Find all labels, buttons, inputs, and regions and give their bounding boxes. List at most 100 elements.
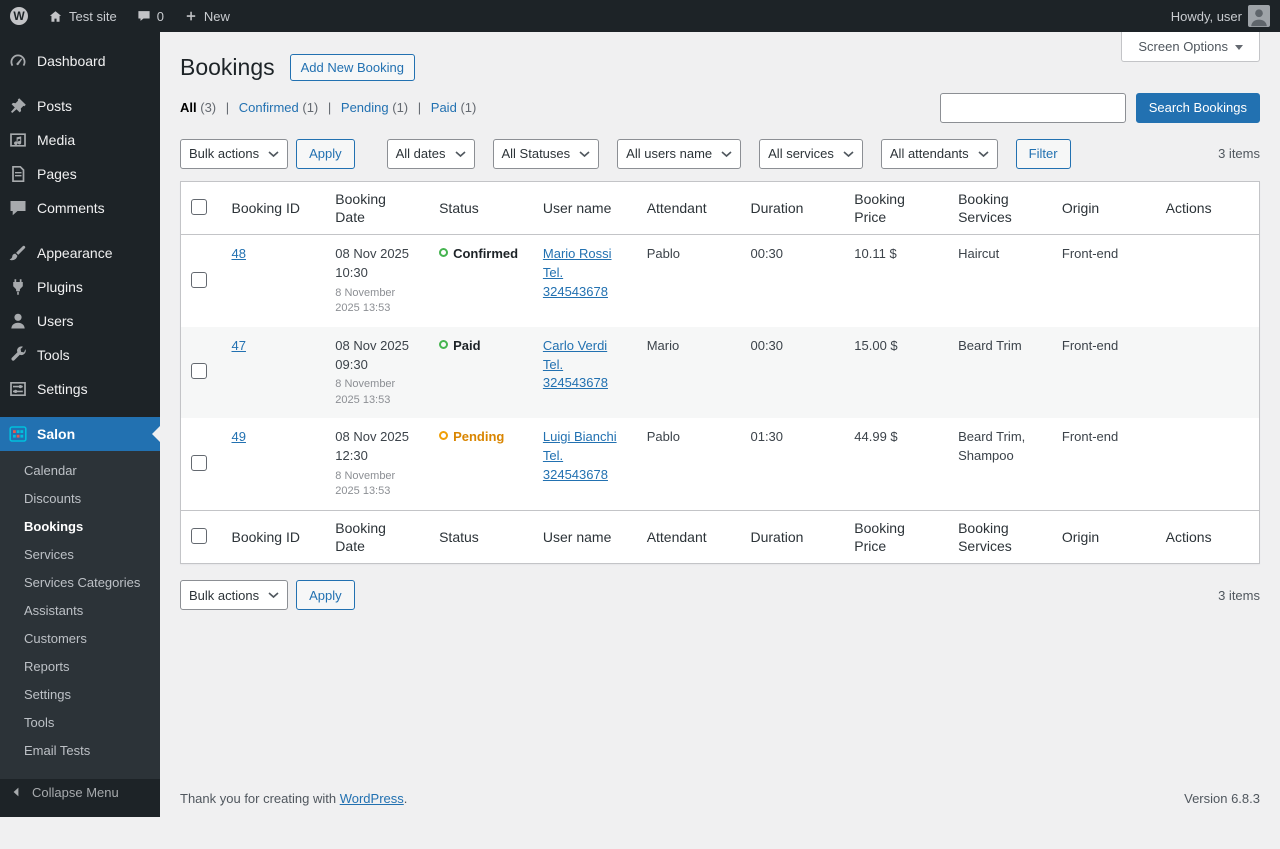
booking-id-link[interactable]: 49 [232, 429, 246, 444]
add-new-booking-button[interactable]: Add New Booking [289, 54, 415, 82]
apply-button-bottom[interactable]: Apply [296, 580, 355, 611]
submenu-item-settings[interactable]: Settings [0, 681, 160, 709]
sidebar-item-label: Users [37, 313, 74, 329]
screen-options-toggle[interactable]: Screen Options [1121, 32, 1260, 62]
footer-thanks-text: Thank you for creating with [180, 791, 337, 806]
sidebar-item-comments[interactable]: Comments [0, 191, 160, 225]
row-checkbox[interactable] [191, 271, 207, 288]
status-label: Confirmed [453, 246, 519, 262]
all-statuses-select[interactable]: All Statuses [492, 138, 600, 169]
submenu-item-bookings[interactable]: Bookings [0, 513, 160, 541]
user-name-link[interactable]: Carlo Verdi Tel. 324543678 [543, 338, 608, 391]
view-confirmed-count: (1) [302, 100, 319, 116]
submenu-item-discounts[interactable]: Discounts [0, 485, 160, 513]
screen-options-label: Screen Options [1138, 39, 1228, 54]
my-account-menu[interactable]: Howdy, user [1161, 0, 1280, 32]
wrench-icon [11, 346, 26, 361]
collapse-menu-button[interactable]: Collapse Menu [0, 775, 160, 809]
table-row: 48 08 Nov 2025 10:30 8 November 2025 13:… [181, 235, 1260, 327]
row-checkbox[interactable] [191, 454, 207, 471]
all-attendants-select[interactable]: All attendants [880, 138, 998, 169]
table-footer-row: Booking ID Booking Date Status User name… [180, 509, 1260, 564]
sidebar-item-label: Comments [37, 200, 105, 216]
row-checkbox[interactable] [191, 363, 207, 380]
view-pending-link[interactable]: Pending [341, 100, 389, 115]
view-paid-link[interactable]: Paid [431, 100, 457, 115]
collapse-menu-label: Collapse Menu [32, 784, 119, 800]
admin-bar: W Test site 0 New Howdy, user [0, 0, 1280, 32]
table-row: 49 08 Nov 2025 12:30 8 November 2025 13:… [181, 418, 1260, 510]
menu-separator [0, 406, 160, 417]
view-separator: | [225, 100, 230, 116]
sidebar-item-posts[interactable]: Posts [0, 89, 160, 123]
new-content-menu[interactable]: New [174, 0, 240, 32]
sidebar-item-settings[interactable]: Settings [0, 372, 160, 406]
comment-bubble-icon [138, 11, 150, 21]
bulk-actions-select-bottom[interactable]: Bulk actions [180, 580, 289, 611]
user-name-link[interactable]: Luigi Bianchi Tel. 324543678 [543, 429, 617, 482]
filter-button[interactable]: Filter [1015, 138, 1071, 169]
select-all-checkbox[interactable] [191, 527, 207, 544]
submenu-item-services[interactable]: Services [0, 541, 160, 569]
column-header-status: Status [429, 181, 533, 236]
sidebar-item-dashboard[interactable]: Dashboard [0, 44, 160, 78]
duration-cell: 01:30 [750, 429, 784, 445]
column-header-booking-id: Booking ID [221, 181, 326, 236]
submenu-item-reports[interactable]: Reports [0, 653, 160, 681]
view-confirmed-link[interactable]: Confirmed [239, 100, 299, 115]
footer-thanks: Thank you for creating with WordPress. [180, 791, 407, 806]
attendant-cell: Pablo [646, 429, 680, 445]
duration-cell: 00:30 [750, 246, 784, 262]
all-dates-select[interactable]: All dates [386, 138, 475, 169]
all-services-select[interactable]: All services [759, 138, 863, 169]
wordpress-link[interactable]: WordPress [340, 791, 404, 806]
booking-id-link[interactable]: 47 [232, 338, 246, 353]
sidebar-item-tools[interactable]: Tools [0, 338, 160, 372]
all-users-label: All users name [626, 146, 713, 162]
comments-shortcut[interactable]: 0 [127, 0, 174, 32]
wordpress-logo-menu[interactable]: W [0, 0, 38, 32]
chevron-down-icon [721, 151, 732, 157]
sidebar-item-media[interactable]: Media [0, 123, 160, 157]
main-content: Screen Options Bookings Add New Booking … [160, 32, 1280, 817]
sidebar-item-users[interactable]: Users [0, 304, 160, 338]
submenu-item-tools[interactable]: Tools [0, 709, 160, 737]
booking-created-date: 8 November 2025 13:53 [335, 378, 396, 406]
sidebar-item-pages[interactable]: Pages [0, 157, 160, 191]
sidebar-item-label: Media [37, 132, 76, 148]
select-all-checkbox[interactable] [191, 198, 207, 215]
user-name-link[interactable]: Mario Rossi Tel. 324543678 [543, 246, 612, 299]
search-input[interactable] [939, 92, 1126, 123]
bulk-actions-select[interactable]: Bulk actions [180, 138, 289, 169]
submenu-item-services-categories[interactable]: Services Categories [0, 569, 160, 597]
status-label: Paid [453, 337, 481, 353]
page-icon [12, 165, 25, 183]
column-header-booking-services: Booking Services [948, 181, 1052, 236]
sidebar-item-salon[interactable]: Salon [0, 417, 160, 451]
admin-footer: Thank you for creating with WordPress. V… [180, 791, 1260, 806]
sidebar-item-label: Settings [37, 381, 88, 397]
booking-id-link[interactable]: 48 [232, 246, 246, 261]
chevron-down-icon [268, 592, 279, 599]
submenu-item-customers[interactable]: Customers [0, 625, 160, 653]
site-name-link[interactable]: Test site [38, 0, 127, 32]
column-footer-booking-date: Booking Date [325, 509, 430, 564]
page-title: Bookings [180, 54, 275, 80]
submenu-item-assistants[interactable]: Assistants [0, 597, 160, 625]
apply-button[interactable]: Apply [296, 138, 355, 169]
submenu-item-email-tests[interactable]: Email Tests [0, 737, 160, 765]
search-bookings-button[interactable]: Search Bookings [1135, 92, 1260, 123]
bookings-table: Booking ID Booking Date Status User name… [180, 180, 1260, 565]
table-row: 47 08 Nov 2025 09:30 8 November 2025 13:… [180, 326, 1260, 419]
tablenav-top: Bulk actions Apply All dates All Statuse… [180, 138, 1260, 169]
sidebar-item-plugins[interactable]: Plugins [0, 270, 160, 304]
avatar [1248, 5, 1270, 27]
submenu-item-calendar[interactable]: Calendar [0, 457, 160, 485]
sidebar-item-appearance[interactable]: Appearance [0, 236, 160, 270]
price-cell: 15.00 $ [854, 337, 898, 353]
comment-count: 0 [156, 8, 164, 24]
column-footer-user-name: User name [532, 509, 637, 564]
all-users-select[interactable]: All users name [617, 138, 742, 169]
view-all-link[interactable]: All [180, 100, 197, 115]
tablenav-bottom: Bulk actions Apply 3 items [180, 580, 1260, 611]
